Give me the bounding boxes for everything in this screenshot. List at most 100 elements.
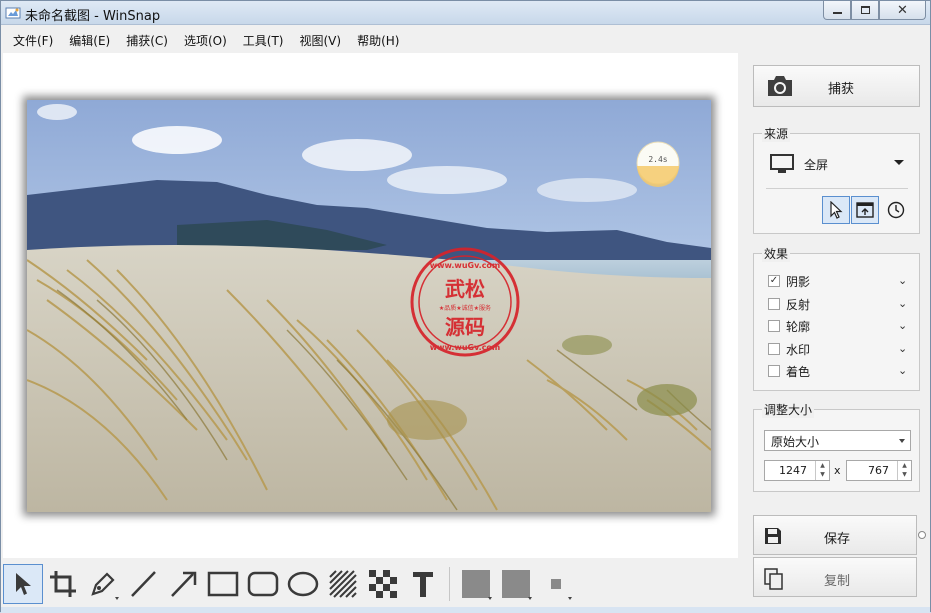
chevron-down-icon[interactable]: ⌄ (898, 319, 907, 332)
side-panel: 捕获 来源 全屏 效果 ✓ 阴影 ⌄ 反射 ⌄ 轮廓 ⌄ 水印 ⌄ 着色 ⌄ 调… (749, 57, 925, 613)
svg-text:★品质★诚信★服务: ★品质★诚信★服务 (439, 304, 491, 312)
save-button[interactable]: 保存 (753, 515, 917, 555)
capture-window-button[interactable] (851, 196, 879, 224)
width-stepper[interactable]: 1247 ▲ ▼ (764, 460, 830, 481)
source-divider (766, 188, 908, 189)
line-tool[interactable] (123, 564, 163, 604)
timer-button[interactable] (882, 196, 910, 224)
resize-group: 调整大小 原始大小 1247 ▲ ▼ x 767 ▲ ▼ (753, 401, 920, 492)
pixelate-tool[interactable] (363, 564, 403, 604)
restore-icon (860, 6, 870, 14)
svg-text:源码: 源码 (445, 315, 485, 339)
title-bar[interactable]: 未命名截图 - WinSnap ✕ (1, 1, 930, 25)
effects-group: 效果 ✓ 阴影 ⌄ 反射 ⌄ 轮廓 ⌄ 水印 ⌄ 着色 ⌄ (753, 245, 920, 391)
fill-color-tool[interactable] (456, 564, 496, 604)
captured-image[interactable]: 2.4s www.wuGv.com 武松 ★品质★诚信★服务 源码 www.wu… (27, 100, 711, 512)
arrow-icon (171, 571, 197, 597)
effect-outline-label: 轮廓 (786, 320, 811, 334)
effect-reflection-checkbox[interactable] (768, 298, 780, 310)
dimension-separator: x (834, 464, 841, 477)
height-stepper[interactable]: 767 ▲ ▼ (846, 460, 912, 481)
clock-icon (887, 201, 905, 219)
dropdown-arrow-icon (488, 597, 492, 600)
effect-watermark-checkbox[interactable] (768, 343, 780, 355)
menu-view[interactable]: 视图(V) (292, 29, 350, 51)
menu-edit[interactable]: 编辑(E) (61, 29, 118, 51)
app-window: 未命名截图 - WinSnap ✕ 文件(F) 编辑(E) 捕获(C) 选项(O… (0, 0, 931, 613)
capture-label: 捕获 (828, 82, 855, 97)
svg-text:www.wuGv.com: www.wuGv.com (430, 343, 501, 352)
capture-button[interactable]: 捕获 (753, 65, 920, 107)
effect-outline-checkbox[interactable] (768, 320, 780, 332)
crop-icon (50, 571, 76, 597)
source-title: 来源 (762, 125, 791, 142)
arrow-tool[interactable] (163, 564, 203, 604)
resize-title: 调整大小 (762, 401, 815, 418)
chevron-down-icon[interactable]: ⌄ (898, 274, 907, 287)
effect-colorize-checkbox[interactable] (768, 365, 780, 377)
ellipse-tool[interactable] (283, 564, 323, 604)
panel-toggle[interactable] (918, 531, 926, 539)
effect-colorize-label: 着色 (786, 365, 811, 379)
restore-button[interactable] (851, 1, 879, 20)
effect-reflection[interactable]: 反射 ⌄ (764, 294, 914, 314)
menu-options[interactable]: 选项(O) (176, 29, 235, 51)
pointer-icon (16, 573, 31, 595)
copy-icon (764, 568, 783, 590)
close-icon: ✕ (897, 2, 908, 18)
dropdown-arrow-icon (115, 597, 119, 600)
copy-button[interactable]: 复制 (753, 557, 917, 597)
crop-tool[interactable] (43, 564, 83, 604)
text-tool[interactable] (403, 564, 443, 604)
close-button[interactable]: ✕ (879, 1, 926, 20)
pen-tool[interactable] (83, 564, 123, 604)
effect-outline[interactable]: 轮廓 ⌄ (764, 316, 914, 336)
rounded-rectangle-icon (247, 571, 279, 597)
menu-bar: 文件(F) 编辑(E) 捕获(C) 选项(O) 工具(T) 视图(V) 帮助(H… (1, 29, 930, 51)
rounded-rectangle-tool[interactable] (243, 564, 283, 604)
toolbar-separator (449, 567, 450, 601)
save-label: 保存 (824, 532, 851, 547)
pointer-tool[interactable] (3, 564, 43, 604)
line-width-tool[interactable] (536, 564, 576, 604)
svg-text:www.wuGv.com: www.wuGv.com (430, 261, 501, 270)
effect-shadow[interactable]: ✓ 阴影 ⌄ (764, 271, 914, 291)
menu-file[interactable]: 文件(F) (5, 29, 61, 51)
dropdown-arrow-icon (528, 597, 532, 600)
effect-reflection-label: 反射 (786, 298, 811, 312)
effect-colorize[interactable]: 着色 ⌄ (764, 361, 914, 381)
landscape-photo: 2.4s www.wuGv.com 武松 ★品质★诚信★服务 源码 www.wu… (27, 100, 711, 512)
svg-text:武松: 武松 (445, 277, 485, 301)
menu-help[interactable]: 帮助(H) (349, 29, 407, 51)
effect-shadow-checkbox[interactable]: ✓ (768, 275, 780, 287)
menu-capture[interactable]: 捕获(C) (118, 29, 176, 51)
hatch-tool[interactable] (323, 564, 363, 604)
timer-badge: 2.4s (648, 155, 667, 164)
line-color-tool[interactable] (496, 564, 536, 604)
chevron-down-icon[interactable]: ⌄ (898, 364, 907, 377)
rectangle-tool[interactable] (203, 564, 243, 604)
effect-watermark-label: 水印 (786, 343, 811, 357)
source-dropdown[interactable]: 全屏 (766, 154, 914, 176)
minimize-icon (832, 11, 842, 14)
hatch-icon (329, 570, 357, 598)
stepper-arrows-icon[interactable]: ▲ ▼ (897, 461, 911, 480)
menu-tools[interactable]: 工具(T) (235, 29, 292, 51)
effect-watermark[interactable]: 水印 ⌄ (764, 339, 914, 359)
source-selected: 全屏 (804, 158, 829, 172)
stepper-arrows-icon[interactable]: ▲ ▼ (815, 461, 829, 480)
minimize-button[interactable] (823, 1, 851, 20)
chevron-down-icon[interactable]: ⌄ (898, 342, 907, 355)
dropdown-arrow-icon (568, 597, 572, 600)
height-value: 767 (868, 464, 889, 477)
winsnap-icon (5, 7, 21, 19)
resize-mode-select[interactable]: 原始大小 (764, 430, 911, 451)
chevron-down-icon[interactable]: ⌄ (898, 297, 907, 310)
chevron-down-icon (899, 439, 905, 443)
save-icon (765, 528, 781, 544)
chevron-down-icon (894, 160, 904, 165)
drawing-toolbar (1, 561, 741, 607)
monitor-icon (770, 154, 794, 173)
include-cursor-button[interactable] (822, 196, 850, 224)
ellipse-icon (287, 571, 319, 597)
